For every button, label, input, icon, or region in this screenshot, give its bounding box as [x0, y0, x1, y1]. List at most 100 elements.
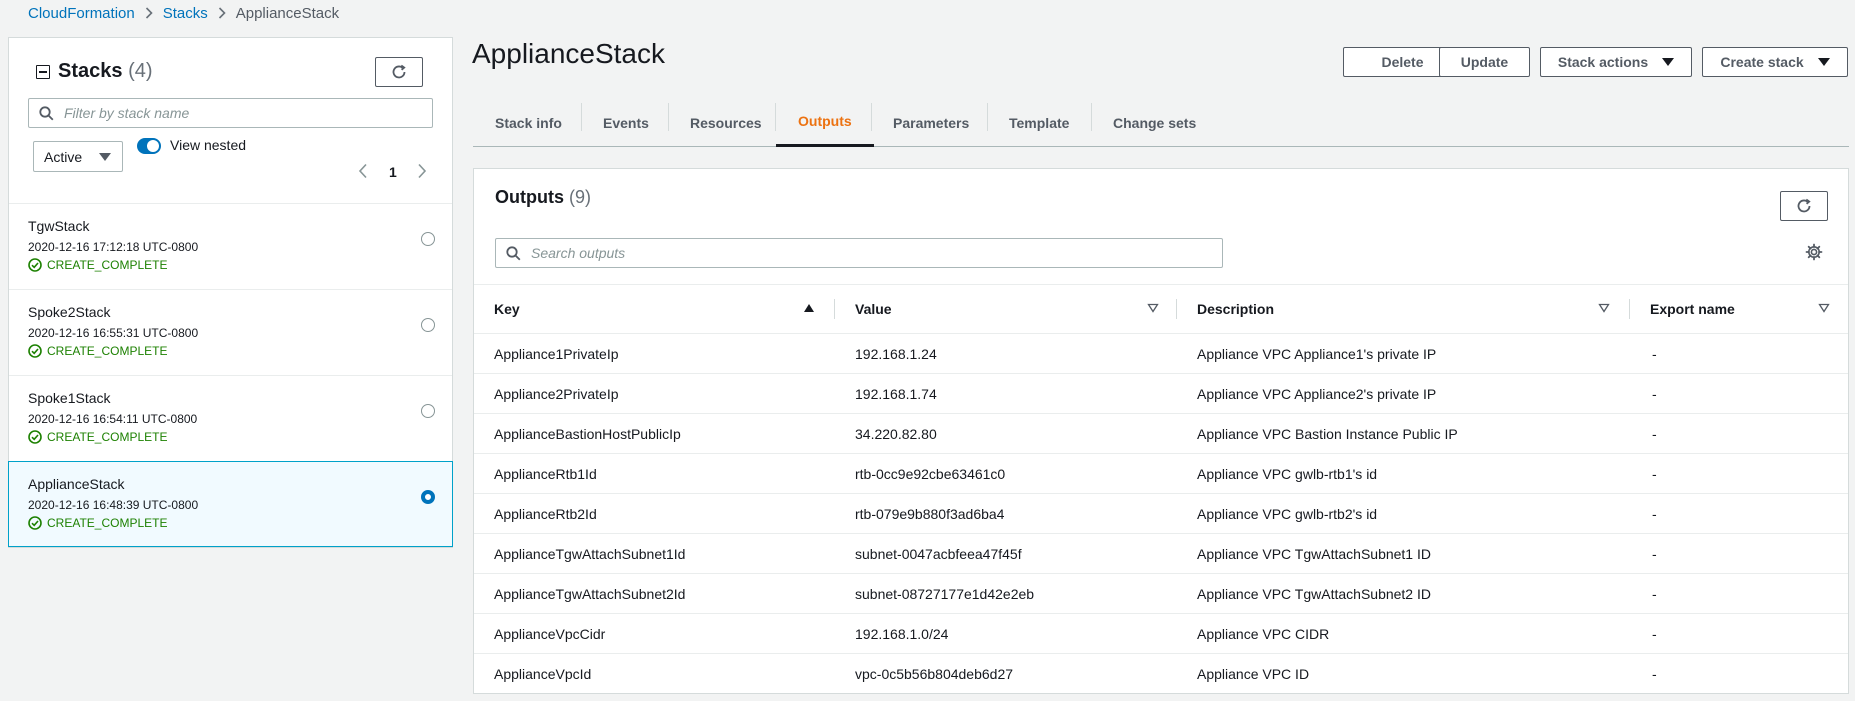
cell-value: vpc-0c5b56b804deb6d27	[835, 653, 1177, 693]
chevron-right-icon	[145, 7, 153, 19]
outputs-panel: Outputs (9) Search outputs Key Value Des…	[473, 168, 1849, 694]
cell-export-name: -	[1630, 453, 1848, 494]
table-row: Appliance1PrivateIp 192.168.1.24 Applian…	[474, 333, 1848, 374]
cell-value: 34.220.82.80	[835, 413, 1177, 454]
column-header-label: Export name	[1650, 301, 1735, 317]
stack-item-appliancestack[interactable]: ApplianceStack 2020-12-16 16:48:39 UTC-0…	[8, 461, 453, 547]
chevron-right-icon	[218, 7, 226, 19]
cell-key: ApplianceVpcCidr	[474, 613, 835, 654]
stacks-panel-header: Stacks (4) Filter by stack name Active V…	[9, 38, 452, 204]
caret-down-icon	[1662, 58, 1675, 66]
tab-parameters[interactable]: Parameters	[871, 98, 991, 147]
sort-icon[interactable]	[1147, 303, 1159, 313]
cell-export-name: -	[1630, 413, 1848, 454]
cell-value: subnet-0047acbfeea47f45f	[835, 533, 1177, 574]
stacks-title-text: Stacks	[58, 60, 123, 82]
check-circle-icon	[28, 430, 42, 444]
cell-key: ApplianceRtb1Id	[474, 453, 835, 494]
cell-value: 192.168.1.0/24	[835, 613, 1177, 654]
cell-key: ApplianceRtb2Id	[474, 493, 835, 534]
outputs-search-placeholder: Search outputs	[531, 245, 626, 261]
cell-description: Appliance VPC gwlb-rtb2's id	[1177, 493, 1630, 534]
search-icon	[39, 105, 54, 121]
tab-template[interactable]: Template	[987, 98, 1091, 147]
view-nested-toggle[interactable]	[137, 138, 161, 154]
tab-stack-info[interactable]: Stack info	[473, 98, 584, 147]
stack-item-tgwstack[interactable]: TgwStack 2020-12-16 17:12:18 UTC-0800 CR…	[9, 204, 452, 290]
stack-radio[interactable]	[421, 318, 435, 332]
create-stack-label: Create stack	[1720, 54, 1804, 70]
stack-item-spoke2stack[interactable]: Spoke2Stack 2020-12-16 16:55:31 UTC-0800…	[9, 290, 452, 376]
table-row: ApplianceRtb1Id rtb-0cc9e92cbe63461c0 Ap…	[474, 453, 1848, 494]
cell-export-name: -	[1630, 533, 1848, 574]
sort-ascending-icon[interactable]	[803, 303, 815, 313]
page-number[interactable]: 1	[389, 164, 397, 180]
cell-export-name: -	[1630, 573, 1848, 614]
tab-change-sets[interactable]: Change sets	[1091, 98, 1218, 147]
tab-events[interactable]: Events	[581, 98, 671, 147]
stack-date: 2020-12-16 17:12:18 UTC-0800	[28, 240, 199, 254]
cell-key: Appliance2PrivateIp	[474, 373, 835, 414]
table-row: ApplianceVpcCidr 192.168.1.0/24 Applianc…	[474, 613, 1848, 654]
stack-filter-input[interactable]: Filter by stack name	[28, 98, 433, 128]
cell-value: 192.168.1.74	[835, 373, 1177, 414]
stack-actions-button[interactable]: Stack actions	[1540, 47, 1692, 77]
cell-export-name: -	[1630, 613, 1848, 654]
refresh-icon	[391, 64, 407, 80]
stack-date: 2020-12-16 16:48:39 UTC-0800	[28, 498, 199, 512]
cell-key: ApplianceBastionHostPublicIp	[474, 413, 835, 454]
status-filter-select[interactable]: Active	[33, 141, 123, 172]
column-header-key[interactable]: Key	[474, 284, 835, 334]
breadcrumb-link-cloudformation[interactable]: CloudFormation	[28, 5, 135, 22]
page-title: ApplianceStack	[472, 38, 666, 69]
table-row: ApplianceVpcId vpc-0c5b56b804deb6d27 App…	[474, 653, 1848, 693]
column-header-description[interactable]: Description	[1177, 284, 1630, 334]
outputs-count: (9)	[569, 187, 592, 207]
stack-status: CREATE_COMPLETE	[28, 344, 167, 358]
column-header-label: Key	[494, 301, 520, 317]
table-header-row: Key Value Description Export name	[474, 284, 1848, 334]
stack-radio-selected[interactable]	[421, 490, 435, 504]
breadcrumb-link-stacks[interactable]: Stacks	[163, 5, 208, 22]
sort-icon[interactable]	[1598, 303, 1610, 313]
create-stack-button[interactable]: Create stack	[1702, 47, 1848, 77]
column-header-value[interactable]: Value	[835, 284, 1177, 334]
cell-description: Appliance VPC Appliance1's private IP	[1177, 333, 1630, 374]
collapse-icon[interactable]	[36, 65, 50, 79]
stacks-panel: Stacks (4) Filter by stack name Active V…	[8, 37, 453, 548]
check-circle-icon	[28, 258, 42, 272]
refresh-outputs-button[interactable]	[1780, 191, 1828, 221]
sort-icon[interactable]	[1818, 303, 1830, 313]
outputs-title: Outputs (9)	[495, 187, 591, 208]
stack-actions-label: Stack actions	[1557, 54, 1649, 70]
outputs-search-input[interactable]: Search outputs	[495, 238, 1223, 268]
stack-name: Spoke2Stack	[28, 304, 111, 320]
cell-export-name: -	[1630, 653, 1848, 693]
stack-radio[interactable]	[421, 404, 435, 418]
refresh-stacks-button[interactable]	[375, 57, 423, 87]
gear-icon[interactable]	[1805, 243, 1823, 261]
update-button[interactable]: Update	[1439, 47, 1530, 77]
stack-item-spoke1stack[interactable]: Spoke1Stack 2020-12-16 16:54:11 UTC-0800…	[9, 376, 452, 462]
stack-tabs: Stack info Events Resources Outputs Para…	[473, 98, 1849, 147]
cell-description: Appliance VPC Appliance2's private IP	[1177, 373, 1630, 414]
chevron-left-icon[interactable]	[358, 163, 368, 179]
tab-outputs[interactable]: Outputs	[776, 98, 874, 147]
stack-name: TgwStack	[28, 218, 90, 234]
outputs-table: Key Value Description Export name Applia…	[474, 284, 1848, 693]
column-header-export-name[interactable]: Export name	[1630, 284, 1848, 334]
caret-down-icon	[1817, 58, 1830, 66]
stack-radio[interactable]	[421, 232, 435, 246]
stack-status-text: CREATE_COMPLETE	[47, 258, 168, 272]
cell-export-name: -	[1630, 493, 1848, 534]
search-icon	[506, 245, 521, 261]
table-row: ApplianceRtb2Id rtb-079e9b880f3ad6ba4 Ap…	[474, 493, 1848, 534]
chevron-right-icon[interactable]	[417, 163, 427, 179]
stack-status-text: CREATE_COMPLETE	[47, 516, 168, 530]
table-row: ApplianceBastionHostPublicIp 34.220.82.8…	[474, 413, 1848, 454]
table-row: ApplianceTgwAttachSubnet1Id subnet-0047a…	[474, 533, 1848, 574]
tab-resources[interactable]: Resources	[668, 98, 784, 147]
cell-description: Appliance VPC TgwAttachSubnet2 ID	[1177, 573, 1630, 614]
cell-export-name: -	[1630, 333, 1848, 374]
stacks-title: Stacks (4)	[58, 60, 153, 83]
